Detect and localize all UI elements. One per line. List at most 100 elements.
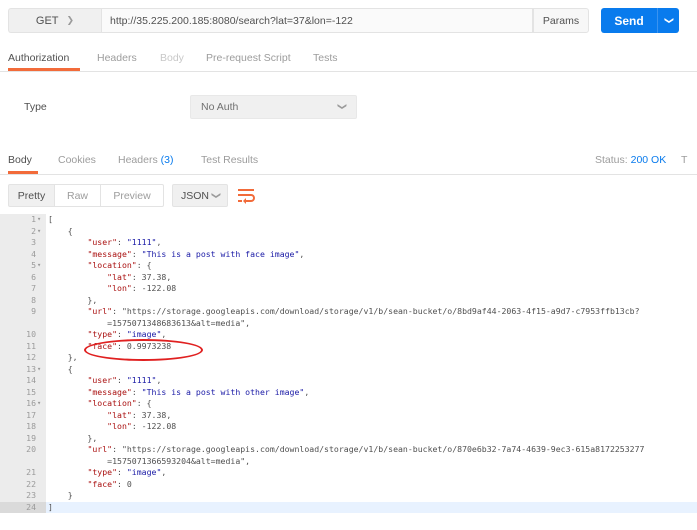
format-select[interactable]: JSON ❯ (172, 184, 228, 207)
view-raw-button[interactable]: Raw (55, 184, 101, 207)
code-line: 20 "url": "https://storage.googleapis.co… (0, 444, 697, 456)
code-line: 2 ▾ { (0, 226, 697, 238)
line-number: 3 (31, 237, 36, 247)
auth-type-value: No Auth (201, 101, 239, 113)
code-lines: 1 ▾[2 ▾ {3 "user": "1111", 4 "message": "Th… (0, 214, 697, 513)
code-text: "face": 0 (87, 478, 132, 489)
fold-caret-icon[interactable]: ▾ (37, 364, 41, 376)
tab-authorization[interactable]: Authorization (8, 52, 69, 64)
code-line: 17 "lat": 37.38, (0, 410, 697, 422)
send-dropdown-button[interactable]: ❯ (657, 8, 679, 33)
fold-caret-icon[interactable]: ▾ (37, 398, 41, 410)
code-line: 8 }, (0, 295, 697, 307)
code-text: "message": "This is a post with face ima… (87, 248, 305, 259)
code-line: 7 "lon": -122.08 (0, 283, 697, 295)
line-number: 5 (31, 260, 36, 270)
response-body-editor[interactable]: 1 ▾[2 ▾ {3 "user": "1111", 4 "message": "Th… (0, 214, 697, 530)
method-select[interactable]: GET ❯ (8, 8, 101, 33)
wrap-lines-icon[interactable] (235, 186, 257, 205)
line-number: 11 (26, 340, 36, 351)
send-button[interactable]: Send (601, 8, 657, 33)
tab-cookies[interactable]: Cookies (58, 154, 96, 166)
code-line: 4 "message": "This is a post with face i… (0, 249, 697, 261)
code-line: 13 ▾ { (0, 364, 697, 376)
chevron-down-icon: ❯ (337, 102, 348, 111)
status-value: 200 OK (630, 154, 667, 166)
code-text: "url": "https://storage.googleapis.com/d… (87, 444, 645, 454)
fold-caret-icon[interactable]: ▾ (37, 260, 41, 272)
view-preview-button[interactable]: Preview (101, 184, 164, 207)
line-number: 2 (31, 225, 36, 236)
line-number: 24 (0, 501, 46, 513)
code-text: =1575071366593204&alt=media", (48, 455, 251, 466)
code-line: 1 ▾ [ (0, 214, 697, 226)
request-tabs: Authorization Headers Body Pre-request S… (0, 44, 697, 72)
line-number: 8 (31, 294, 36, 305)
code-line: 19 }, (0, 433, 697, 445)
line-number: 9 (31, 306, 36, 316)
code-line: =1575071366593204&alt=media", (0, 456, 697, 468)
code-line: 16 ▾ "location": { (0, 398, 697, 410)
line-number: 14 (26, 375, 36, 385)
code-line: 9 "url": "https://storage.googleapis.com… (0, 306, 697, 318)
fold-caret-icon[interactable]: ▾ (37, 214, 41, 226)
code-text: "lon": -122.08 (107, 283, 177, 293)
code-line: 5 ▾ "location": { (0, 260, 697, 272)
status-indicator: Status: 200 OK (595, 154, 666, 166)
method-label: GET (35, 14, 59, 27)
line-number: 21 (26, 467, 36, 477)
format-value: JSON (181, 189, 210, 202)
params-button[interactable]: Params (533, 8, 589, 33)
code-line: 14 "user": "1111", (0, 375, 697, 387)
code-text: "user": "1111", (87, 375, 162, 385)
code-text: =1575071348683613&alt=media", (48, 317, 251, 328)
line-number: 7 (31, 283, 36, 293)
code-text: ] (48, 501, 53, 512)
highlight-annotation (84, 339, 203, 361)
tab-body[interactable]: Body (160, 52, 184, 64)
code-line: 24] (0, 501, 697, 513)
line-number: 12 (26, 352, 36, 362)
tab-response-headers[interactable]: Headers (3) (118, 154, 173, 166)
code-text: "user": "1111", (87, 237, 162, 247)
line-number: 18 (26, 421, 36, 431)
code-line: 22 "face": 0 (0, 479, 697, 491)
code-text: }, (48, 432, 98, 443)
code-line: 6 "lat": 37.38, (0, 272, 697, 284)
view-pretty-button[interactable]: Pretty (8, 184, 55, 207)
code-text: [ (48, 214, 53, 224)
tab-tests[interactable]: Tests (313, 52, 338, 64)
code-line: =1575071348683613&alt=media", (0, 318, 697, 330)
line-number: 19 (26, 432, 36, 443)
code-text: "type": "image", (87, 467, 167, 477)
fold-caret-icon[interactable]: ▾ (37, 226, 41, 238)
code-line: 23 } (0, 490, 697, 502)
request-bar: GET ❯ http://35.225.200.185:8080/search?… (0, 0, 697, 40)
code-text: "lat": 37.38, (107, 271, 172, 282)
tab-response-body[interactable]: Body (8, 154, 32, 166)
active-tab-indicator (8, 171, 38, 174)
chevron-down-icon: ❯ (66, 15, 75, 25)
chevron-down-icon: ❯ (663, 16, 674, 25)
auth-type-label: Type (24, 101, 47, 113)
line-number: 22 (26, 478, 36, 489)
code-line: 10 "type": "image", (0, 329, 697, 341)
code-text: } (48, 490, 73, 500)
code-text: "lon": -122.08 (107, 421, 177, 431)
code-text: "lat": 37.38, (107, 409, 172, 420)
tab-pre-request-script[interactable]: Pre-request Script (206, 52, 291, 64)
auth-type-select[interactable]: No Auth ❯ (190, 95, 357, 119)
code-text: { (48, 363, 73, 374)
line-number: 15 (26, 386, 36, 397)
line-number: 10 (26, 329, 36, 339)
line-number: 17 (26, 409, 36, 420)
status-label: Status: (595, 154, 628, 166)
code-text: { (48, 225, 73, 236)
tab-headers[interactable]: Headers (97, 52, 137, 64)
headers-count-badge: (3) (160, 154, 174, 166)
active-tab-indicator (8, 68, 80, 71)
code-line: 21 "type": "image", (0, 467, 697, 479)
url-input[interactable]: http://35.225.200.185:8080/search?lat=37… (101, 8, 533, 33)
line-number: 6 (31, 271, 36, 282)
tab-test-results[interactable]: Test Results (201, 154, 258, 166)
